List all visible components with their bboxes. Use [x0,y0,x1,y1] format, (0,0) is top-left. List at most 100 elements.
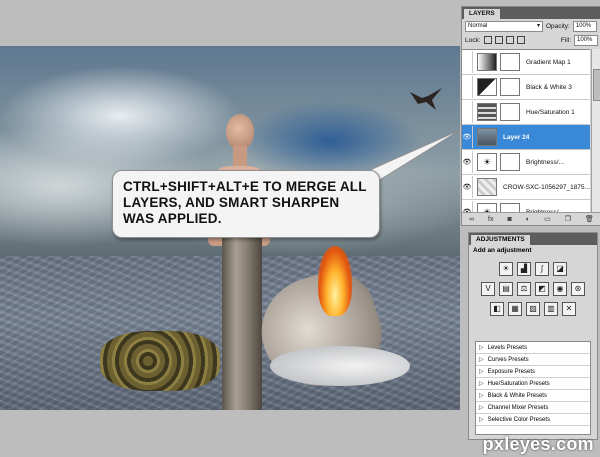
fire-flame [318,246,352,316]
fill-label: Fill: [560,36,571,44]
tab-adjustments[interactable]: ADJUSTMENTS [471,235,530,245]
fx-icon[interactable]: fx [488,216,493,223]
blend-mode-select[interactable]: Normal ▾ [465,20,543,32]
layer-row[interactable]: 👁 CROW-SXC-1056297_1875... [462,175,590,200]
layer-thumbnail [477,128,497,146]
lock-all-icon[interactable] [516,36,525,44]
add-mask-icon[interactable]: ◙ [508,216,512,223]
adjustments-tabbar: ADJUSTMENTS [469,233,597,245]
adjustment-thumbnail [477,53,497,71]
lock-row: Lock: Fill: 100% [462,33,600,47]
opacity-field[interactable]: 100% [572,20,597,32]
layer-row[interactable]: Hue/Saturation 1 [462,100,590,125]
visibility-toggle[interactable] [462,101,473,123]
selective-color-icon[interactable]: ✕ [562,302,576,316]
layer-row[interactable]: Black & White 3 [462,75,590,100]
lock-label: Lock: [465,36,481,44]
gradient-map-icon[interactable]: ▥ [544,302,558,316]
lock-position-icon[interactable] [505,36,514,44]
eye-icon[interactable]: 👁 [462,126,473,148]
triangle-right-icon: ▷ [479,405,484,411]
scrollbar-thumb[interactable] [593,69,600,101]
presets-list: ▷ Levels Presets ▷ Curves Presets ▷ Exposur… [475,341,591,435]
triangle-right-icon: ▷ [479,357,484,363]
hue-saturation-icon[interactable]: ▤ [499,282,513,296]
crow-image [410,88,442,110]
layers-scrollbar[interactable] [591,49,600,213]
eye-icon[interactable]: 👁 [462,151,473,173]
triangle-right-icon: ▷ [479,369,484,375]
blend-row: Normal ▾ Opacity: 100% [462,19,600,33]
woman-neck [233,146,247,168]
preset-label: Channel Mixer Presets [487,404,549,411]
callout-pointer [370,129,461,186]
adjustments-panel: ADJUSTMENTS Add an adjustment ☀ ▟ ∫ ◪ V … [468,232,598,440]
layer-row[interactable]: Gradient Map 1 [462,50,590,75]
preset-item[interactable]: ▷ Selective Color Presets [476,414,590,426]
dead-swan [270,346,410,386]
callout-text: CTRL+SHIFT+ALT+E TO MERGE ALL LAYERS, AN… [123,179,367,226]
layer-name: Hue/Saturation 1 [526,108,575,116]
instruction-callout: CTRL+SHIFT+ALT+E TO MERGE ALL LAYERS, AN… [112,170,380,238]
adjustment-icons-row-3: ◧ ▦ ▨ ▥ ✕ [469,302,597,316]
layers-panel: LAYERS Normal ▾ Opacity: 100% Lock: Fill… [461,6,600,226]
preset-item[interactable]: ▷ Channel Mixer Presets [476,402,590,414]
woman-head [226,114,254,150]
preset-item[interactable]: ▷ Hue/Saturation Presets [476,378,590,390]
preset-item[interactable]: ▷ Black & White Presets [476,390,590,402]
tab-layers[interactable]: LAYERS [464,9,500,19]
layer-mask-thumbnail [500,78,520,96]
visibility-toggle[interactable] [462,51,473,73]
curves-icon[interactable]: ∫ [535,262,549,276]
new-adjustment-icon[interactable]: ◐ [526,216,530,223]
trash-icon[interactable]: 🗑 [585,215,594,223]
new-group-icon[interactable]: ▭ [544,215,551,223]
threshold-icon[interactable]: ▨ [526,302,540,316]
layer-name: Layer 24 [503,133,530,141]
preset-item[interactable]: ▷ Levels Presets [476,342,590,354]
lock-pixels-icon[interactable] [494,36,503,44]
new-layer-icon[interactable]: ❐ [565,215,571,223]
layer-row[interactable]: 👁 ☀ Brightness/... [462,150,590,175]
preset-label: Selective Color Presets [487,416,550,423]
layer-thumbnail [477,178,497,196]
lock-transparency-icon[interactable] [483,36,492,44]
layer-row-selected[interactable]: 👁 Layer 24 [462,125,590,150]
brightness-icon[interactable]: ☀ [499,262,513,276]
preset-label: Black & White Presets [487,392,547,399]
layers-tabbar: LAYERS [462,7,600,19]
blend-mode-value: Normal [468,22,488,29]
layer-mask-thumbnail [500,53,520,71]
channel-mixer-icon[interactable]: ⊛ [571,282,585,296]
posterize-icon[interactable]: ▦ [508,302,522,316]
adjustment-thumbnail [477,103,497,121]
chevron-down-icon: ▾ [536,22,540,29]
stone-pillar [222,222,262,410]
visibility-toggle[interactable] [462,76,473,98]
link-layers-icon[interactable]: ∞ [469,216,474,223]
fill-field[interactable]: 100% [574,34,598,46]
preset-label: Hue/Saturation Presets [487,380,550,387]
triangle-right-icon: ▷ [479,393,484,399]
exposure-icon[interactable]: ◪ [553,262,567,276]
levels-icon[interactable]: ▟ [517,262,531,276]
invert-icon[interactable]: ◧ [490,302,504,316]
layer-name: Gradient Map 1 [526,58,571,66]
preset-item[interactable]: ▷ Exposure Presets [476,366,590,378]
layer-mask-thumbnail [500,153,520,171]
layer-name: Black & White 3 [526,83,572,91]
adjustment-thumbnail [477,78,497,96]
opacity-label: Opacity: [546,22,570,30]
preset-label: Exposure Presets [487,368,535,375]
preset-label: Levels Presets [487,344,527,351]
black-white-icon[interactable]: ◩ [535,282,549,296]
lock-icons [483,36,525,44]
adjustment-icons-row-1: ☀ ▟ ∫ ◪ [469,262,597,276]
vibrance-icon[interactable]: V [481,282,495,296]
photo-filter-icon[interactable]: ◉ [553,282,567,296]
triangle-right-icon: ▷ [479,345,484,351]
preset-item[interactable]: ▷ Curves Presets [476,354,590,366]
color-balance-icon[interactable]: ⚖ [517,282,531,296]
eye-icon[interactable]: 👁 [462,176,473,198]
preset-label: Curves Presets [487,356,529,363]
